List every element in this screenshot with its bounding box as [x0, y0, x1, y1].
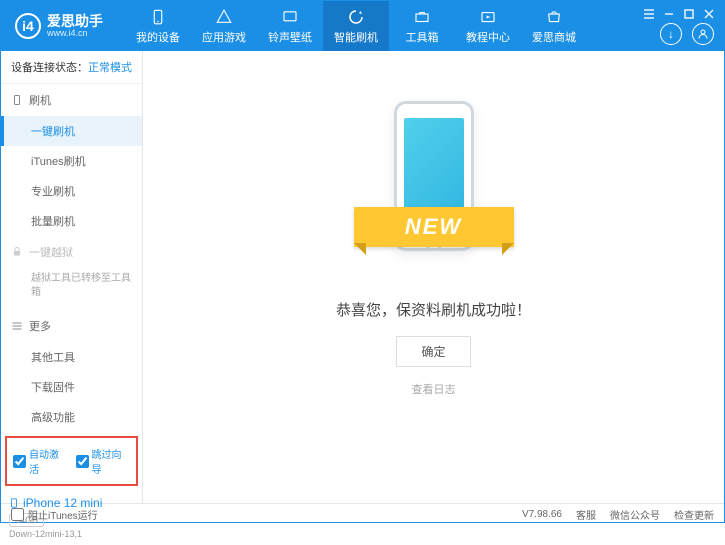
sidebar-one-click-flash[interactable]: 一键刷机 [1, 116, 142, 146]
top-nav: 我的设备 应用游戏 铃声壁纸 智能刷机 工具箱 教程中心 爱思商城 [125, 1, 587, 51]
tutorial-icon [479, 8, 497, 26]
view-log-link[interactable]: 查看日志 [412, 381, 456, 397]
version-label: V7.98.66 [522, 509, 562, 520]
nav-my-device[interactable]: 我的设备 [125, 1, 191, 51]
nav-smart-flash[interactable]: 智能刷机 [323, 1, 389, 51]
main-content: NEW 恭喜您，保资料刷机成功啦！ 确定 查看日志 [143, 51, 724, 503]
sidebar-advanced[interactable]: 高级功能 [1, 402, 142, 432]
nav-store[interactable]: 爱思商城 [521, 1, 587, 51]
phone-icon [149, 8, 167, 26]
download-icon[interactable]: ↓ [660, 23, 682, 45]
apps-icon [215, 8, 233, 26]
close-icon[interactable] [702, 7, 716, 21]
wallpaper-icon [281, 8, 299, 26]
block-itunes-checkbox[interactable]: 阻止iTunes运行 [11, 507, 98, 522]
user-icon[interactable] [692, 23, 714, 45]
store-icon [545, 8, 563, 26]
sidebar: 设备连接状态：正常模式 刷机 一键刷机 iTunes刷机 专业刷机 批量刷机 一… [1, 51, 143, 503]
success-message: 恭喜您，保资料刷机成功啦！ [336, 299, 531, 320]
check-update-link[interactable]: 检查更新 [674, 507, 714, 522]
header-icons: ↓ [660, 23, 714, 45]
sidebar-flash[interactable]: 刷机 [1, 84, 142, 116]
nav-toolbox[interactable]: 工具箱 [389, 1, 455, 51]
ok-button[interactable]: 确定 [396, 336, 470, 367]
skip-guide-checkbox[interactable]: 跳过向导 [76, 446, 131, 476]
success-graphic: NEW [364, 101, 504, 271]
sidebar-other-tools[interactable]: 其他工具 [1, 342, 142, 372]
device-model: Down-12mini-13,1 [9, 529, 134, 539]
sidebar-more[interactable]: 更多 [1, 310, 142, 342]
new-ribbon: NEW [354, 207, 514, 247]
sidebar-pro-flash[interactable]: 专业刷机 [1, 176, 142, 206]
nav-tutorials[interactable]: 教程中心 [455, 1, 521, 51]
sidebar-batch-flash[interactable]: 批量刷机 [1, 206, 142, 236]
nav-ringtones[interactable]: 铃声壁纸 [257, 1, 323, 51]
sidebar-download-firmware[interactable]: 下载固件 [1, 372, 142, 402]
refresh-icon [347, 8, 365, 26]
nav-apps[interactable]: 应用游戏 [191, 1, 257, 51]
sidebar-jailbreak: 一键越狱 [1, 236, 142, 268]
app-title: 爱思助手 [47, 14, 103, 28]
menu-icon[interactable] [642, 7, 656, 21]
toolbox-icon [413, 8, 431, 26]
wechat-link[interactable]: 微信公众号 [610, 507, 660, 522]
support-link[interactable]: 客服 [576, 507, 596, 522]
app-header: i4 爱思助手 www.i4.cn 我的设备 应用游戏 铃声壁纸 智能刷机 工具… [1, 1, 724, 51]
app-subtitle: www.i4.cn [47, 28, 103, 38]
connection-status: 设备连接状态：正常模式 [1, 51, 142, 84]
logo-icon: i4 [15, 13, 41, 39]
jailbreak-note: 越狱工具已转移至工具箱 [1, 268, 142, 310]
options-box: 自动激活 跳过向导 [5, 436, 138, 486]
window-controls [642, 7, 716, 21]
minimize-icon[interactable] [662, 7, 676, 21]
sidebar-itunes-flash[interactable]: iTunes刷机 [1, 146, 142, 176]
auto-activate-checkbox[interactable]: 自动激活 [13, 446, 68, 476]
app-logo: i4 爱思助手 www.i4.cn [1, 13, 117, 39]
maximize-icon[interactable] [682, 7, 696, 21]
